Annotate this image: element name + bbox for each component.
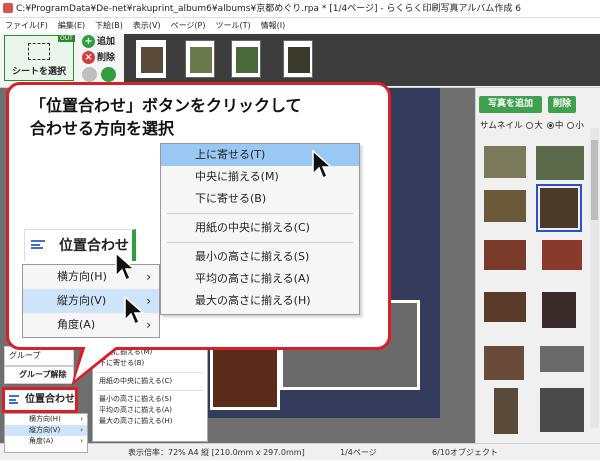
menu-underlay[interactable]: 下絵(B)	[90, 18, 128, 33]
menu-info[interactable]: 情報(I)	[256, 18, 291, 33]
menu-bar: ファイル(F) 編集(E) 下絵(B) 表示(V) ページ(P) ツール(T) 情報(I)	[0, 18, 600, 33]
scrollbar-thumb[interactable]	[591, 140, 598, 220]
callout-line-1: 「位置合わせ」ボタンをクリックして	[30, 96, 302, 115]
photo-thumbnail[interactable]	[542, 240, 582, 270]
title-bar: C:¥ProgramData¥De-net¥rakuprint_album6¥a…	[0, 0, 600, 18]
photo-thumbnail[interactable]	[484, 292, 526, 322]
out-badge: OUT	[58, 35, 75, 42]
size-small-label: 小	[575, 121, 584, 131]
page-thumbnail[interactable]	[283, 40, 313, 78]
photo-thumbnail[interactable]	[540, 346, 584, 372]
menu-separator	[167, 242, 353, 243]
sheet-select-icon	[28, 43, 50, 60]
size-radio-small[interactable]	[567, 122, 575, 129]
menu-min-height[interactable]: 最小の高さに揃える(S)	[161, 246, 359, 268]
menu-separator	[167, 213, 353, 214]
menu-edit[interactable]: 編集(E)	[53, 18, 90, 33]
menu-item[interactable]: 横方向(H)	[5, 414, 87, 425]
menu-page[interactable]: ページ(P)	[166, 18, 211, 33]
page-thumbnail[interactable]	[136, 40, 166, 78]
size-large-label: 大	[534, 121, 543, 131]
photo-thumbnail[interactable]	[536, 146, 584, 180]
photo-thumbnail[interactable]	[484, 346, 524, 380]
align-lines-icon	[31, 240, 45, 252]
add-photo-button[interactable]: 写真を追加	[479, 96, 542, 113]
next-arrow-icon[interactable]	[101, 67, 116, 82]
menu-item[interactable]: 縦方向(V)	[5, 425, 87, 436]
page-indicator: 1/4ページ	[340, 448, 377, 457]
menu-center-on-paper[interactable]: 用紙の中央に揃える(C)	[161, 217, 359, 239]
menu-item[interactable]: 最小の高さに揃える(S)	[93, 394, 207, 405]
menu-separator	[97, 390, 203, 391]
photo-item[interactable]	[210, 340, 280, 410]
menu-item[interactable]: 最大の高さに揃える(H)	[93, 416, 207, 427]
photo-thumbnail[interactable]	[484, 146, 526, 178]
menu-item[interactable]: 角度(A)	[5, 436, 87, 447]
menu-item[interactable]: 用紙の中央に揃える(C)	[93, 376, 207, 387]
select-sheet-label: シートを選択	[11, 67, 66, 77]
add-sheet-button[interactable]: 追加	[80, 35, 120, 49]
photo-thumbnail-selected[interactable]	[536, 184, 582, 232]
paper-size: A4 縦 [210.0mm x 297.0mm]	[188, 448, 305, 457]
callout-title: 「位置合わせ」ボタンをクリックして 合わせる方向を選択	[30, 94, 370, 140]
direction-menu-small: 横方向(H) 縦方向(V) 角度(A)	[4, 413, 88, 453]
menu-tools[interactable]: ツール(T)	[211, 18, 256, 33]
menu-avg-height[interactable]: 平均の高さに揃える(A)	[161, 268, 359, 290]
menu-separator	[97, 372, 203, 373]
object-count: 6/10オブジェクト	[432, 448, 498, 457]
menu-file[interactable]: ファイル(F)	[0, 18, 53, 33]
delete-sheet-button[interactable]: 削除	[80, 51, 120, 65]
callout-line-2: 合わせる方向を選択	[30, 119, 175, 138]
menu-item[interactable]: 平均の高さに揃える(A)	[93, 405, 207, 416]
status-bar: 表示倍率：72% A4 縦 [210.0mm x 297.0mm] 1/4ページ…	[0, 443, 600, 460]
photo-thumbnail[interactable]	[484, 240, 526, 270]
thumbnail-label: サムネイル	[480, 121, 523, 131]
menu-max-height[interactable]: 最大の高さに揃える(H)	[161, 290, 359, 312]
thumbnail-size-selector: サムネイル 大 中 小	[480, 119, 584, 131]
size-radio-medium[interactable]	[546, 122, 554, 129]
photo-thumbnail[interactable]	[494, 388, 518, 434]
delete-photo-button[interactable]: 削除	[548, 96, 576, 113]
page-thumbnail[interactable]	[231, 40, 261, 78]
menu-view[interactable]: 表示(V)	[128, 18, 166, 33]
photo-thumbnail[interactable]	[540, 388, 584, 432]
size-medium-label: 中	[554, 121, 564, 131]
page-thumbnail[interactable]	[185, 40, 215, 78]
photo-thumbnail[interactable]	[484, 190, 526, 222]
photo-thumbnail[interactable]	[542, 292, 576, 328]
zoom-level: 表示倍率：72%	[128, 448, 186, 457]
app-icon	[3, 3, 13, 13]
menu-horizontal[interactable]: 横方向(H)	[23, 265, 159, 289]
prev-arrow-icon[interactable]	[82, 67, 97, 82]
size-radio-large[interactable]	[526, 122, 534, 129]
align-lines-icon	[9, 395, 19, 404]
menu-align-bottom[interactable]: 下に寄せる(B)	[161, 188, 359, 210]
